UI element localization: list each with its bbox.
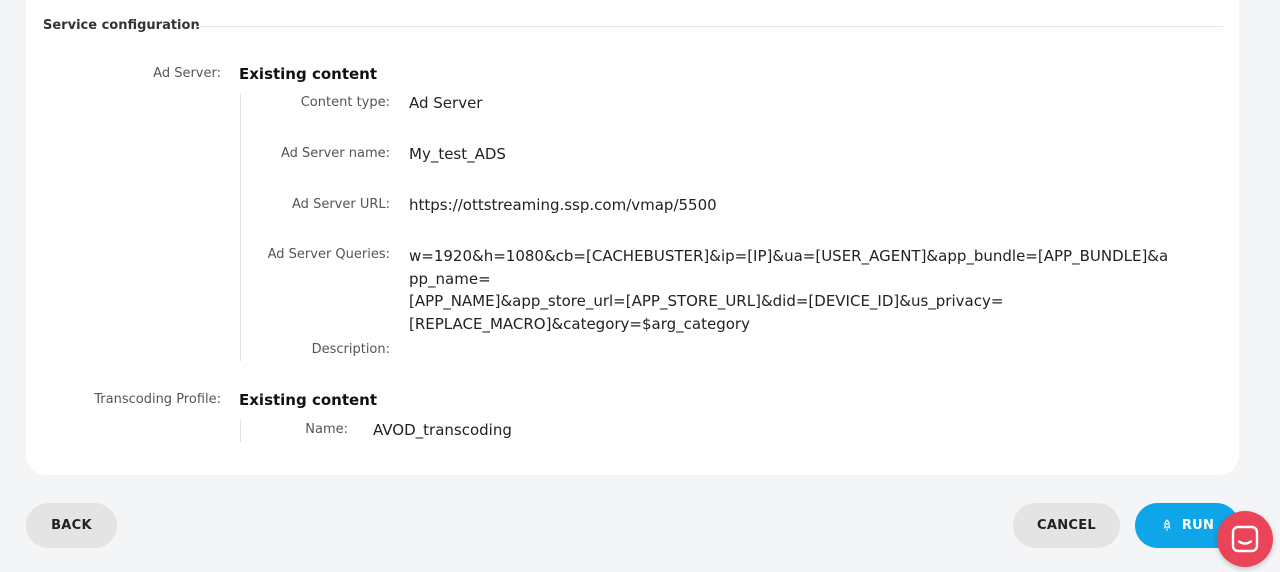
ad-server-label: Ad Server:	[153, 66, 221, 81]
cancel-button[interactable]: CANCEL	[1013, 503, 1120, 548]
ad-server-group-line	[240, 93, 241, 361]
transcoding-profile-value: Existing content	[239, 391, 378, 409]
transcoding-profile-label: Transcoding Profile:	[94, 392, 221, 407]
cancel-button-label: CANCEL	[1037, 518, 1096, 533]
ad-server-url-label: Ad Server URL:	[292, 197, 390, 212]
run-button-label: RUN	[1181, 518, 1215, 533]
back-button-label: BACK	[51, 518, 92, 533]
ad-server-queries-value: w=1920&h=1080&cb=[CACHEBUSTER]&ip=[IP]&u…	[409, 245, 1169, 335]
content-type-value: Ad Server	[409, 94, 483, 112]
ad-server-name-label: Ad Server name:	[280, 146, 390, 161]
back-button[interactable]: BACK	[26, 503, 117, 548]
ad-server-name-value: My_test_ADS	[409, 145, 506, 163]
rocket-icon	[1162, 518, 1171, 532]
section-header: Service configuration	[43, 18, 1223, 38]
queries-line: w=1920&h=1080&cb=[CACHEBUSTER]&ip=[IP]&u…	[409, 247, 1169, 288]
ad-server-queries-label: Ad Server Queries:	[267, 247, 390, 262]
chat-icon	[1231, 525, 1259, 553]
description-label: Description:	[311, 342, 390, 357]
ad-server-url-value: https://ottstreaming.ssp.com/vmap/5500	[409, 196, 717, 214]
queries-line: [APP_NAME]&app_store_url=[APP_STORE_URL]…	[409, 292, 1004, 310]
queries-line: [REPLACE_MACRO]&category=$arg_category	[409, 314, 750, 333]
transcoding-name-label: Name:	[305, 422, 348, 437]
content-type-label: Content type:	[300, 95, 390, 110]
transcoding-group-line	[240, 419, 241, 442]
ad-server-value: Existing content	[239, 65, 378, 83]
transcoding-name-value: AVOD_transcoding	[373, 421, 512, 439]
chat-launcher[interactable]	[1217, 511, 1273, 567]
section-divider	[195, 26, 1223, 27]
section-title: Service configuration	[43, 18, 200, 33]
